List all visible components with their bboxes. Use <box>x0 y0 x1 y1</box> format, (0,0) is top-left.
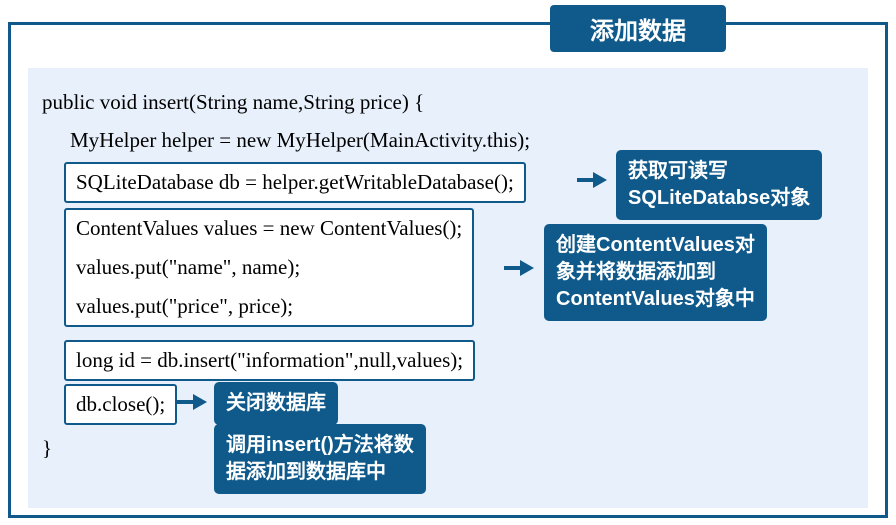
arrow-icon <box>593 172 607 188</box>
code-helper-init: MyHelper helper = new MyHelper(MainActiv… <box>70 128 530 153</box>
callout-close-db: 关闭数据库 <box>214 382 338 425</box>
code-box-content-values: ContentValues values = new ContentValues… <box>64 208 474 327</box>
callout-text: 创建ContentValues对 <box>556 232 755 259</box>
code-cv-put-name: values.put("name", name); <box>76 255 462 280</box>
callout-text: ContentValues对象中 <box>556 286 755 313</box>
callout-text: 调用insert()方法将数 <box>226 432 414 459</box>
code-panel: public void insert(String name,String pr… <box>28 68 868 508</box>
callout-text: 据添加到数据库中 <box>226 459 414 486</box>
callout-text: SQLiteDatabse对象 <box>628 185 810 212</box>
callout-get-db: 获取可读写 SQLiteDatabse对象 <box>616 150 822 220</box>
code-method-signature: public void insert(String name,String pr… <box>42 90 424 115</box>
callout-insert: 调用insert()方法将数 据添加到数据库中 <box>214 424 426 494</box>
arrow-icon <box>520 260 534 276</box>
callout-text: 象并将数据添加到 <box>556 259 755 286</box>
code-box-close: db.close(); <box>64 384 177 425</box>
arrow-icon <box>193 394 207 410</box>
code-cv-new: ContentValues values = new ContentValues… <box>76 216 462 241</box>
callout-text: 获取可读写 <box>628 158 810 185</box>
code-box-get-db: SQLiteDatabase db = helper.getWritableDa… <box>64 162 526 203</box>
code-method-end: } <box>42 436 52 461</box>
callout-content-values: 创建ContentValues对 象并将数据添加到 ContentValues对… <box>544 224 767 321</box>
code-box-insert: long id = db.insert("information",null,v… <box>64 340 475 381</box>
diagram-title: 添加数据 <box>550 5 726 52</box>
code-cv-put-price: values.put("price", price); <box>76 294 462 319</box>
